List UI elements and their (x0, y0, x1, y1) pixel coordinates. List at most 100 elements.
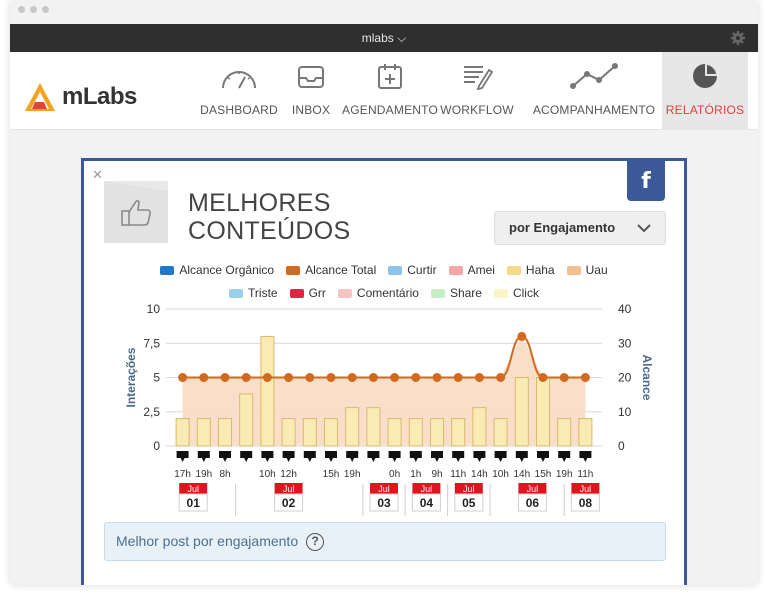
x-tick-label: 12h (280, 469, 297, 480)
y-right-axis-label: Alcance (640, 354, 654, 400)
interaction-bar (514, 377, 529, 447)
alcance-total-point (241, 373, 251, 382)
nav-item-label: WORKFLOW (440, 103, 514, 117)
date-day-label: 08 (579, 496, 593, 510)
post-marker-icon (282, 451, 295, 462)
interaction-bar (451, 418, 466, 447)
post-marker-icon (367, 451, 380, 462)
nav-item-inbox[interactable]: INBOX (286, 52, 336, 130)
pie-chart-icon (691, 62, 719, 103)
nav-item-label: INBOX (291, 103, 331, 117)
nav-item-label: RELATÓRIOS (665, 103, 745, 117)
date-month-label: Jul (378, 484, 390, 494)
interaction-bar (218, 418, 232, 447)
alcance-total-point (559, 373, 569, 382)
alcance-total-point (453, 373, 463, 382)
alcance-total-point (347, 373, 357, 382)
date-day-label: 02 (282, 496, 296, 510)
interaction-bar (324, 418, 338, 447)
date-day-label: 04 (420, 496, 434, 510)
interaction-bar (239, 393, 254, 447)
interaction-bar (557, 418, 572, 447)
alcance-total-point (326, 373, 336, 382)
x-tick-label: 11h (577, 469, 593, 480)
nav-item-agendamento[interactable]: AGENDAMENTO (340, 52, 440, 130)
post-marker-icon (197, 451, 210, 462)
interaction-bar (408, 418, 423, 447)
nav-item-label: ACOMPANHAMENTO (532, 103, 656, 117)
alcance-total-point (496, 373, 506, 382)
x-tick-label: 14h (513, 469, 530, 480)
interaction-bar (493, 418, 508, 447)
nav-item-label: AGENDAMENTO (342, 103, 438, 117)
nav-item-relatorios[interactable]: RELATÓRIOS (662, 52, 748, 130)
interaction-bar (366, 407, 381, 447)
gear-icon[interactable] (730, 30, 746, 46)
y-left-tick-label: 0 (153, 439, 160, 453)
x-tick-label: 14h (471, 469, 488, 480)
post-marker-icon (219, 451, 231, 462)
date-day-label: 06 (526, 496, 540, 510)
y-left-tick-label: 2,5 (143, 405, 160, 419)
post-marker-icon (409, 451, 422, 462)
nav-item-acompanhamento[interactable]: ACOMPANHAMENTO (532, 52, 656, 130)
date-month-label: Jul (283, 484, 295, 494)
y-left-tick-label: 10 (147, 302, 161, 316)
post-marker-icon (515, 451, 528, 462)
y-right-tick-label: 20 (618, 371, 632, 385)
main-navbar: mLabs DASHBOARD INBOX AGENDAMENTO WORKFLOW A… (10, 52, 758, 130)
brand-logo[interactable]: mLabs (24, 82, 137, 112)
window-controls[interactable] (18, 6, 49, 13)
date-month-label: Jul (527, 484, 539, 494)
x-tick-label: 19h (556, 469, 573, 480)
alcance-total-point (517, 331, 527, 341)
alcance-total-point (220, 373, 230, 382)
y-left-axis-label: Interações (124, 347, 138, 407)
alcance-total-point (199, 373, 209, 382)
window-title[interactable]: mlabs (362, 31, 394, 45)
x-tick-label: 15h (323, 469, 340, 480)
y-right-tick-label: 40 (618, 302, 632, 316)
interaction-bar (536, 377, 550, 447)
help-icon[interactable]: ? (306, 533, 325, 552)
alcance-total-point (178, 373, 188, 382)
nav-item-label: DASHBOARD (200, 103, 278, 117)
post-marker-icon (176, 451, 189, 462)
interaction-bar (302, 418, 317, 447)
interaction-bar (387, 418, 402, 447)
alcance-total-point (432, 373, 442, 382)
interaction-bar (578, 418, 593, 447)
y-right-tick-label: 0 (618, 439, 625, 453)
post-marker-icon (537, 451, 549, 462)
interaction-bar (345, 407, 360, 447)
alcance-total-point (368, 373, 378, 382)
interaction-bar (430, 418, 444, 447)
post-marker-icon (325, 451, 337, 462)
alcance-total-point (538, 373, 548, 382)
date-day-label: 01 (187, 496, 201, 510)
x-tick-label: 9h (431, 469, 442, 480)
line-trend-icon (569, 62, 619, 103)
chevron-down-icon[interactable]: ⌵ (394, 31, 406, 45)
interaction-bar (260, 335, 275, 447)
x-tick-label: 10h (492, 469, 509, 480)
x-tick-label: 19h (344, 469, 361, 480)
calendar-icon (376, 62, 404, 103)
alcance-total-point (390, 373, 400, 382)
post-marker-icon (579, 451, 592, 462)
post-marker-icon (240, 451, 253, 462)
x-tick-label: 10h (259, 469, 276, 480)
date-month-label: Jul (187, 484, 199, 494)
nav-item-dashboard[interactable]: DASHBOARD (200, 52, 278, 130)
post-marker-icon (473, 451, 486, 462)
date-day-label: 05 (462, 496, 476, 510)
checklist-icon (461, 62, 494, 103)
post-marker-icon (452, 451, 465, 462)
x-tick-label: 19h (195, 469, 212, 480)
nav-item-workflow[interactable]: WORKFLOW (440, 52, 514, 130)
interaction-bar (196, 418, 211, 447)
date-month-label: Jul (463, 484, 475, 494)
x-tick-label: 11h (450, 469, 466, 480)
best-post-bar[interactable]: Melhor post por engajamento? (104, 522, 666, 561)
brand-name: mLabs (62, 83, 137, 110)
